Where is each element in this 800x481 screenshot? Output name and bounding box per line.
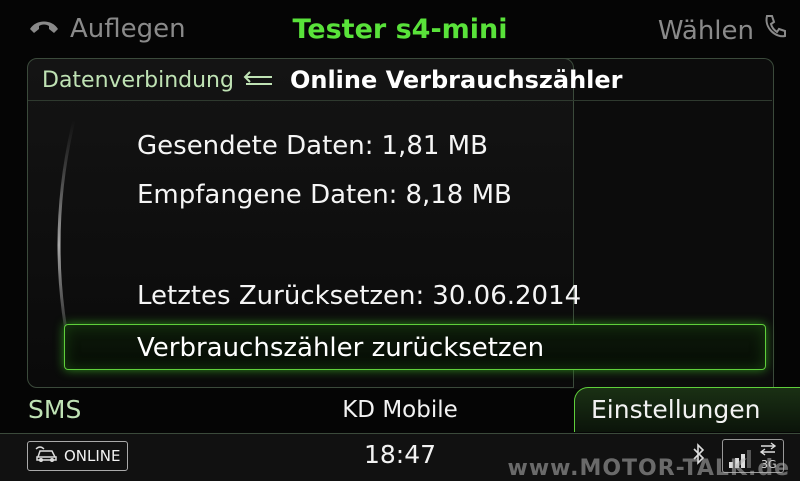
received-data-label: Empfangene Daten: (137, 180, 398, 210)
reset-counter-button[interactable]: Verbrauchszähler zurücksetzen (64, 324, 766, 370)
last-reset-label: Letztes Zurücksetzen: (137, 281, 425, 311)
dial-button[interactable]: Wählen (658, 14, 786, 47)
breadcrumb: Datenverbindung Online Verbrauchszähler (42, 66, 623, 94)
sent-data-label: Gesendete Daten: (137, 131, 374, 161)
last-reset-row: Letztes Zurücksetzen: 30.06.2014 (137, 281, 581, 311)
status-bar: ONLINE 18:47 3G www.MOTOR-TALK.de (0, 433, 800, 481)
dial-label: Wählen (657, 15, 754, 46)
sent-data-value: 1,81 MB (381, 131, 488, 161)
tab-settings[interactable]: Einstellungen (591, 395, 760, 424)
page-title: Online Verbrauchszähler (289, 66, 623, 94)
last-reset-value: 30.06.2014 (432, 281, 582, 311)
watermark: www.MOTOR-TALK.de (507, 456, 790, 481)
top-bar: Auflegen Tester s4-mini Wählen (0, 0, 800, 58)
back-arrow-icon[interactable] (242, 68, 276, 93)
reset-counter-label: Verbrauchszähler zurücksetzen (137, 333, 545, 363)
bottom-tabs: SMS KD Mobile Einstellungen (0, 387, 800, 433)
breadcrumb-parent[interactable]: Datenverbindung (42, 68, 234, 93)
phone-icon (762, 14, 786, 47)
header-divider (28, 100, 772, 101)
received-data-row: Empfangene Daten: 8,18 MB (137, 180, 512, 210)
sent-data-row: Gesendete Daten: 1,81 MB (137, 131, 488, 161)
received-data-value: 8,18 MB (405, 180, 512, 210)
